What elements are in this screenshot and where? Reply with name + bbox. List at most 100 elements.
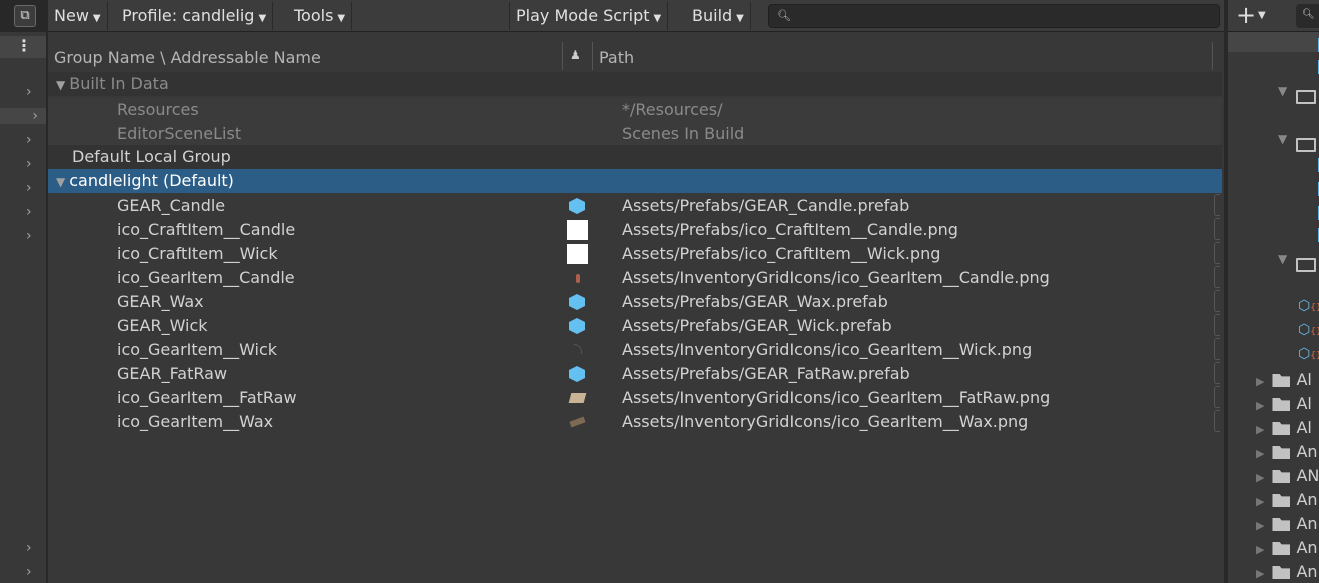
expand-chevron-icon[interactable]: › [26, 540, 32, 556]
entry-row[interactable]: GEAR_Wax Assets/Prefabs/GEAR_Wax.prefab [48, 290, 1222, 314]
prefab-cube-icon [569, 366, 585, 382]
folder-row[interactable]: ▶ An [1256, 442, 1318, 461]
column-name-header[interactable]: Group Name \ Addressable Name [54, 48, 321, 67]
row-handle [1214, 386, 1220, 408]
expanded-triangle-icon[interactable]: ▼ [1278, 84, 1287, 98]
expanded-triangle-icon[interactable]: ▼ [1278, 252, 1287, 266]
folder-row[interactable]: ▶ Al [1256, 370, 1312, 389]
folder-icon [1272, 542, 1291, 555]
entry-name: GEAR_Candle [117, 196, 226, 215]
entry-path: Scenes In Build [622, 124, 745, 143]
collapsed-triangle-icon[interactable]: ▶ [1256, 447, 1264, 460]
expand-chevron-icon[interactable]: › [26, 84, 32, 100]
group-row-built-in-data[interactable]: ▼ Built In Data [48, 72, 1222, 96]
prefab-cube-icon [569, 318, 585, 334]
folder-row[interactable]: ▶ Al [1256, 394, 1312, 413]
collapsed-triangle-icon[interactable]: ▶ [1256, 567, 1264, 580]
collapsed-triangle-icon[interactable]: ▶ [1256, 399, 1264, 412]
entry-row[interactable]: ico_GearItem__Candle Assets/InventoryGrid… [48, 266, 1222, 290]
folder-row[interactable]: ▶ An [1256, 490, 1318, 509]
prefab-variant-icon: ⬡{} [1298, 346, 1319, 362]
column-divider[interactable] [592, 42, 593, 70]
play-mode-script-dropdown[interactable]: Play Mode Script ▼ [509, 2, 669, 30]
add-icon[interactable]: + [1236, 1, 1256, 29]
folder-row[interactable]: ▶ An [1256, 562, 1318, 581]
expanded-triangle-icon[interactable]: ▼ [56, 175, 65, 189]
entry-name: Resources [117, 100, 199, 119]
toolbar: New ▼ Profile: candlelig ▼ Tools ▼ Play Mod… [48, 0, 1224, 32]
open-folder-icon[interactable] [1296, 134, 1316, 153]
folder-name: AN [1296, 466, 1319, 485]
caret-down-icon: ▼ [258, 13, 267, 24]
entry-row[interactable]: ico_GearItem__Wax Assets/InventoryGridIco… [48, 410, 1222, 434]
folder-row[interactable]: ▶ An [1256, 538, 1318, 557]
selected-row[interactable] [1228, 32, 1319, 52]
popout-icon[interactable]: ⧉ [14, 5, 36, 27]
row-handle [1214, 338, 1220, 360]
entry-row[interactable]: GEAR_Wick Assets/Prefabs/GEAR_Wick.prefab [48, 314, 1222, 338]
expand-chevron-icon[interactable]: › [26, 180, 32, 196]
expand-chevron-icon[interactable]: › [26, 132, 32, 148]
open-folder-icon[interactable] [1296, 86, 1316, 105]
collapsed-triangle-icon[interactable]: ▶ [1256, 471, 1264, 484]
caret-down-icon[interactable]: ▼ [1258, 10, 1266, 21]
entry-path: Assets/Prefabs/GEAR_FatRaw.prefab [622, 364, 910, 383]
entry-row[interactable]: ico_GearItem__Wick Assets/InventoryGridIc… [48, 338, 1222, 362]
entry-row[interactable]: EditorSceneList Scenes In Build [48, 122, 1222, 146]
collapsed-triangle-icon[interactable]: ▶ [1256, 495, 1264, 508]
wick-texture-icon [574, 344, 582, 354]
folder-row[interactable]: ▶ Al [1256, 418, 1312, 437]
expanded-triangle-icon[interactable]: ▼ [56, 78, 65, 92]
entry-row[interactable]: Resources */Resources/ [48, 98, 1222, 122]
entry-row[interactable]: ico_CraftItem__Wick Assets/Prefabs/ico_Cr… [48, 242, 1222, 266]
build-dropdown[interactable]: Build ▼ [686, 2, 751, 30]
row-handle [1214, 290, 1220, 312]
entry-row[interactable]: GEAR_Candle Assets/Prefabs/GEAR_Candle.pr… [48, 194, 1222, 218]
asset-type-column-icon[interactable]: ♟ [570, 48, 581, 62]
expand-chevron-icon[interactable]: › [26, 156, 32, 172]
search-input[interactable]: 🔍︎ [768, 4, 1220, 28]
group-row-default-local-group[interactable]: Default Local Group [48, 145, 1222, 169]
search-icon: 🔍︎ [777, 9, 791, 22]
folder-row[interactable]: ▶ AN [1256, 466, 1319, 485]
fat-texture-icon [568, 393, 587, 403]
expanded-triangle-icon[interactable]: ▼ [1278, 132, 1287, 146]
entry-path: Assets/Prefabs/GEAR_Candle.prefab [622, 196, 910, 215]
entry-name: EditorSceneList [117, 124, 242, 143]
entry-path: Assets/Prefabs/ico_CraftItem__Candle.png [622, 220, 958, 239]
new-dropdown[interactable]: New ▼ [48, 2, 108, 30]
entry-name: GEAR_FatRaw [117, 364, 228, 383]
expand-chevron-icon[interactable]: › [26, 204, 32, 220]
open-folder-icon[interactable] [1296, 254, 1316, 273]
group-name: Default Local Group [72, 147, 231, 166]
collapsed-triangle-icon[interactable]: ▶ [1256, 519, 1264, 532]
white-texture-icon [567, 244, 588, 264]
entry-row[interactable]: ico_CraftItem__Candle Assets/Prefabs/ico_… [48, 218, 1222, 242]
new-label: New [54, 6, 89, 25]
tools-dropdown[interactable]: Tools ▼ [288, 2, 353, 30]
group-row-candlelight[interactable]: ▼ candlelight (Default) [48, 169, 1222, 193]
folder-name: An [1296, 490, 1318, 509]
folder-icon [1272, 494, 1291, 507]
profile-dropdown[interactable]: Profile: candlelig ▼ [116, 2, 274, 30]
entry-path: Assets/Prefabs/GEAR_Wax.prefab [622, 292, 888, 311]
folder-row[interactable]: ▶ An [1256, 514, 1318, 533]
search-icon[interactable]: 🔍︎ [1296, 4, 1319, 28]
folder-icon [1272, 518, 1291, 531]
entry-name: ico_GearItem__Wax [117, 412, 274, 431]
column-path-header[interactable]: Path [599, 48, 634, 67]
entry-row[interactable]: ico_GearItem__FatRaw Assets/InventoryGrid… [48, 386, 1222, 410]
collapsed-triangle-icon[interactable]: ▶ [1256, 423, 1264, 436]
entry-name: ico_GearItem__FatRaw [117, 388, 297, 407]
entry-path: Assets/InventoryGridIcons/ico_GearItem__… [622, 388, 1051, 407]
collapsed-triangle-icon[interactable]: ▶ [1256, 543, 1264, 556]
expand-chevron-icon[interactable]: › [26, 564, 32, 580]
prefab-cube-icon [569, 198, 585, 214]
column-divider[interactable] [1212, 42, 1213, 70]
kebab-menu-icon[interactable]: ⋮ [0, 36, 46, 58]
entry-row[interactable]: GEAR_FatRaw Assets/Prefabs/GEAR_FatRaw.pr… [48, 362, 1222, 386]
expand-chevron-icon[interactable]: › [0, 108, 46, 124]
collapsed-triangle-icon[interactable]: ▶ [1256, 375, 1264, 388]
column-divider[interactable] [562, 42, 563, 70]
expand-chevron-icon[interactable]: › [26, 228, 32, 244]
